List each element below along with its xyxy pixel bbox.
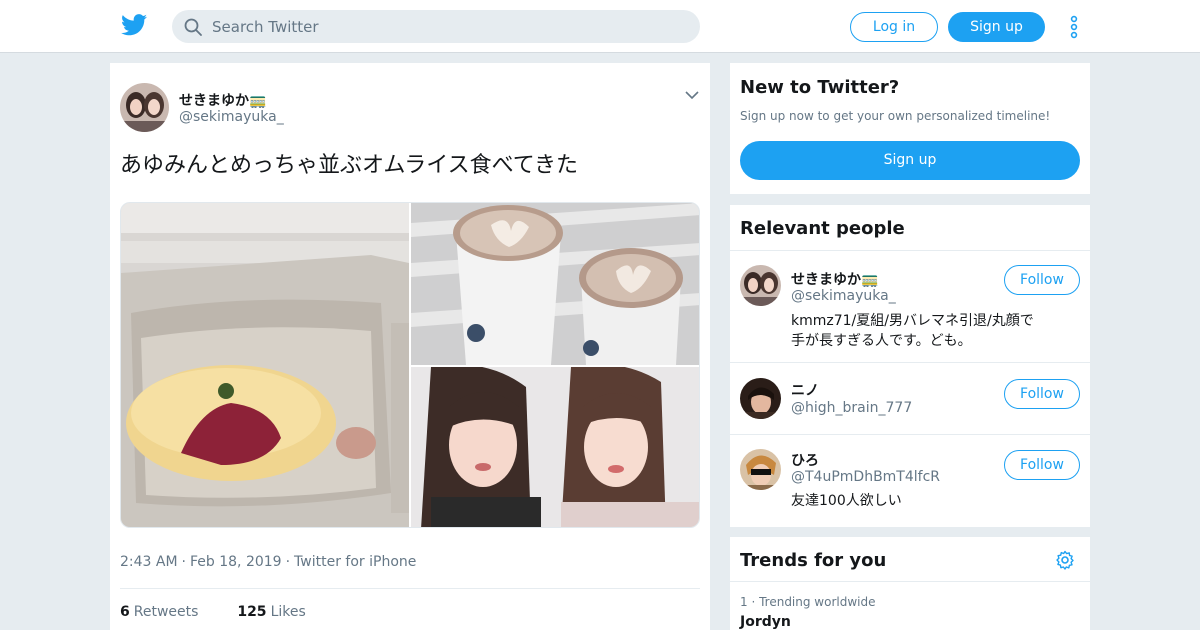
tweet-text: あゆみんとめっちゃ並ぶオムライス食べてきた [120,153,579,178]
person-bio: kmmz71/夏組/男バレマネ引退/丸顔で手が長すぎる人です。ども。 [791,313,1034,349]
person-name[interactable]: ひろ [791,450,819,470]
person-name[interactable]: ニノ [791,380,819,400]
chevron-down-icon[interactable] [685,90,699,100]
relevant-people-card: Relevant people せきまゆか🚃 @sekimayuka_ kmmz… [730,205,1090,527]
trend-context-label: Trending worldwide [759,595,876,609]
tweet-time: 2:43 AM [120,554,178,570]
person-handle[interactable]: @high_brain_777 [791,400,912,416]
search-icon [184,18,202,36]
likes-stat[interactable]: 125 Likes [237,604,305,620]
likes-label: Likes [270,604,306,620]
login-button[interactable]: Log in [850,12,938,42]
search-box[interactable] [172,10,700,43]
divider [120,588,700,589]
avatar[interactable] [740,265,781,306]
signup-card-button[interactable]: Sign up [740,141,1080,180]
trends-title: Trends for you [740,550,887,571]
tweet-date: Feb 18, 2019 [190,554,282,570]
follow-button[interactable]: Follow [1004,265,1080,295]
person-handle[interactable]: @T4uPmDhBmT4lfcR [791,469,940,485]
follow-button[interactable]: Follow [1004,450,1080,480]
person-item: せきまゆか🚃 @sekimayuka_ kmmz71/夏組/男バレマネ引退/丸顔… [730,251,1090,363]
trend-name[interactable]: Jordyn [740,614,791,630]
trends-card: Trends for you 1 · Trending worldwide Jo… [730,537,1090,630]
gear-icon[interactable] [1055,550,1075,570]
relevant-people-title: Relevant people [740,218,905,239]
person-name[interactable]: せきまゆか🚃 [791,269,878,289]
retweets-count: 6 [120,604,130,620]
tweet-photo-omurice[interactable] [121,203,409,528]
follow-button[interactable]: Follow [1004,379,1080,409]
person-item: ニノ @high_brain_777 Follow [730,363,1090,435]
avatar[interactable] [740,449,781,490]
tweet-author-avatar[interactable] [120,83,169,132]
signup-card-subtitle: Sign up now to get your own personalized… [740,109,1051,123]
tweet-photo-portrait[interactable] [411,367,700,528]
likes-count: 125 [237,604,267,620]
tweet-author-handle[interactable]: @sekimayuka_ [179,109,284,125]
person-bio: 友達100人欲しい [791,493,902,509]
retweets-label: Retweets [133,604,199,620]
tweet-stats: 6 Retweets 125 Likes [120,604,306,620]
tweet-media-grid [120,202,700,528]
twitter-bird-icon[interactable] [121,14,147,36]
signup-card: New to Twitter? Sign up now to get your … [730,63,1090,194]
trend-context: 1 · Trending worldwide [740,595,876,609]
search-input[interactable] [212,10,682,43]
trend-rank: 1 [740,595,748,609]
signup-card-title: New to Twitter? [740,77,900,98]
tweet-card: せきまゆか🚃 @sekimayuka_ あゆみんとめっちゃ並ぶオムライス食べてき… [110,63,710,630]
signup-button[interactable]: Sign up [948,12,1045,42]
tweet-author-name[interactable]: せきまゆか🚃 [179,90,266,110]
more-options-icon[interactable] [1066,14,1082,40]
tweet-source: Twitter for iPhone [294,554,417,570]
tweet-photo-lattes[interactable] [411,203,700,365]
person-item: ひろ @T4uPmDhBmT4lfcR 友達100人欲しい Follow [730,435,1090,527]
tweet-timestamp[interactable]: 2:43 AM · Feb 18, 2019 · Twitter for iPhone [120,554,416,570]
divider [730,581,1090,582]
person-handle[interactable]: @sekimayuka_ [791,288,896,304]
avatar[interactable] [740,378,781,419]
top-bar: Log in Sign up [0,0,1200,53]
retweets-stat[interactable]: 6 Retweets [120,604,198,620]
